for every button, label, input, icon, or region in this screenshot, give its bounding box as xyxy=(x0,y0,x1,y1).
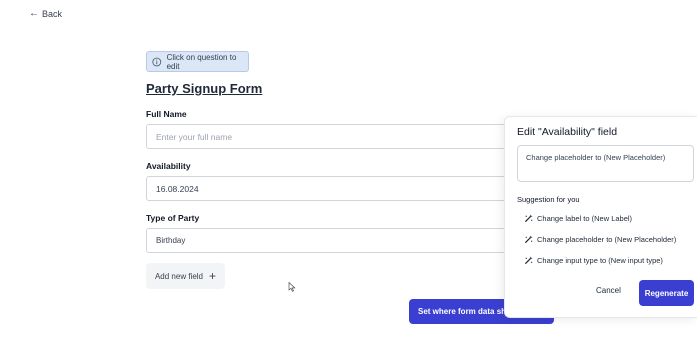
magic-wand-icon xyxy=(524,235,533,244)
edit-prompt-input[interactable]: Change placeholder to (New Placeholder) xyxy=(517,145,694,182)
suggestion-label: Change label to (New Label) xyxy=(537,214,633,223)
panel-title: Edit "Availability" field xyxy=(517,126,618,138)
back-link[interactable]: ← Back xyxy=(29,8,62,19)
magic-wand-icon xyxy=(524,256,533,265)
back-label: Back xyxy=(42,8,63,19)
info-icon xyxy=(152,57,162,66)
full-name-label[interactable]: Full Name xyxy=(146,109,187,119)
suggestion-label: Change input type to (New input type) xyxy=(537,256,663,265)
form-title[interactable]: Party Signup Form xyxy=(146,81,262,96)
edit-field-panel: Edit "Availability" field Change placeho… xyxy=(504,116,697,318)
add-field-label: Add new field xyxy=(154,271,203,281)
suggestion-item[interactable]: Change input type to (New input type) xyxy=(524,256,663,265)
edit-hint-banner: Click on question to edit xyxy=(146,51,249,72)
cancel-button[interactable]: Cancel xyxy=(596,286,621,295)
add-field-button[interactable]: Add new field + xyxy=(146,263,225,289)
magic-wand-icon xyxy=(524,214,533,223)
regenerate-button[interactable]: Regenerate xyxy=(639,280,694,306)
availability-input[interactable]: 16.08.2024 xyxy=(146,176,506,201)
party-type-select[interactable]: Birthday xyxy=(146,228,506,253)
suggestion-item[interactable]: Change placeholder to (New Placeholder) xyxy=(524,235,676,244)
arrow-left-icon: ← xyxy=(29,8,39,19)
hint-text: Click on question to edit xyxy=(166,52,237,71)
party-type-label[interactable]: Type of Party xyxy=(146,213,199,223)
suggestion-item[interactable]: Change label to (New Label) xyxy=(524,214,632,223)
full-name-input[interactable] xyxy=(146,124,506,149)
suggestion-label: Change placeholder to (New Placeholder) xyxy=(537,235,677,244)
plus-icon: + xyxy=(209,269,217,283)
suggestions-heading: Suggestion for you xyxy=(517,195,580,204)
mouse-cursor-icon xyxy=(288,282,296,292)
availability-label[interactable]: Availability xyxy=(146,161,191,171)
